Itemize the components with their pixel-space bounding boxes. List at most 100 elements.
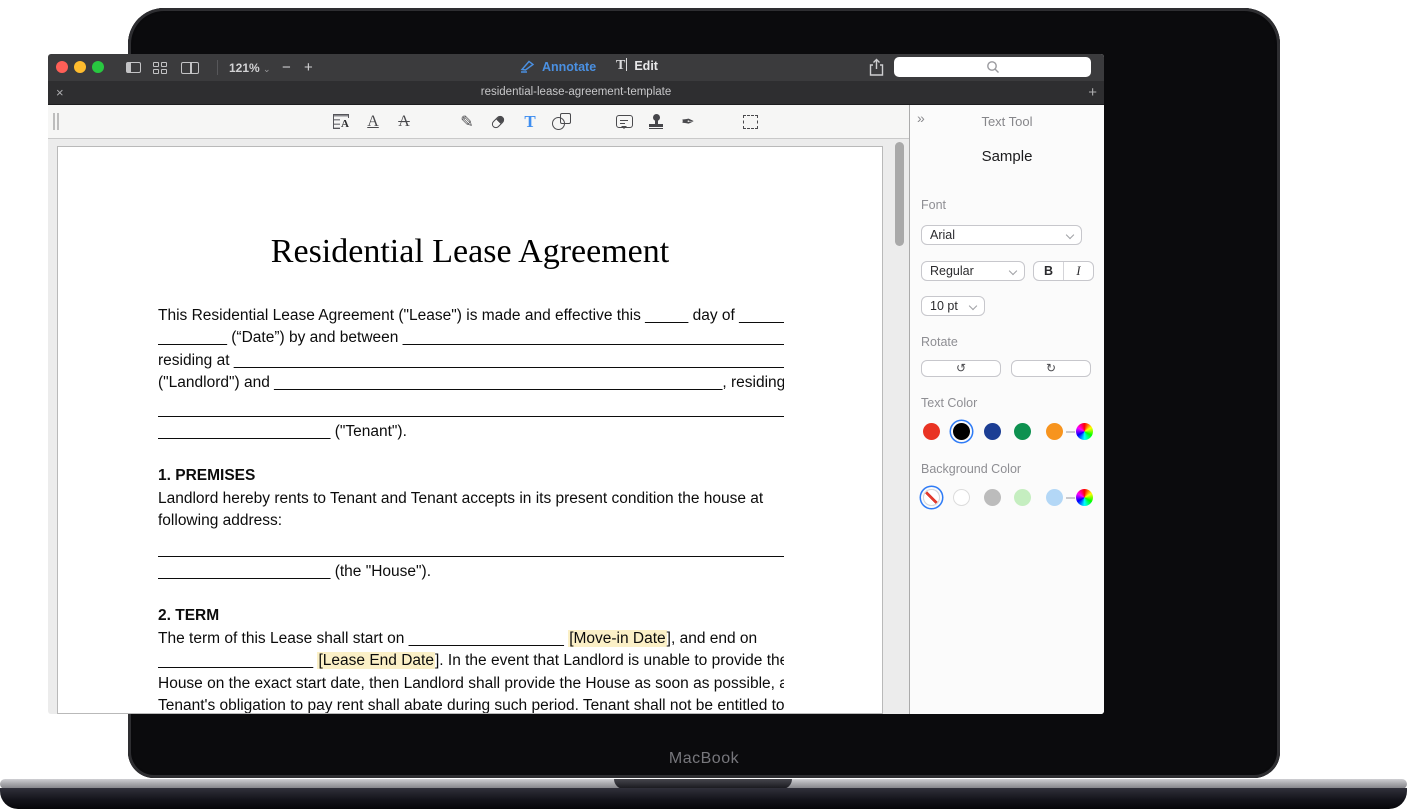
shapes-tool-button[interactable]: [549, 105, 573, 138]
underline-icon: A: [367, 113, 379, 131]
pdf-editor-window: 121% ⌄ − + Annotate T Edit: [48, 54, 1104, 714]
document-text-line: residing at ____________________________…: [158, 350, 784, 372]
stamp-icon: [648, 114, 664, 130]
tab-annotate[interactable]: Annotate: [519, 59, 596, 74]
bg-color-custom[interactable]: [1076, 489, 1093, 506]
pencil-tool-button[interactable]: ✎: [456, 105, 478, 138]
title-bar: 121% ⌄ − + Annotate T Edit: [48, 54, 1104, 81]
text-color-orange[interactable]: [1046, 423, 1063, 440]
highlighted-field: [Lease End Date: [317, 652, 434, 669]
document-text-line: __________________ [Lease End Date]. In …: [158, 650, 784, 672]
document-text-line: following address:: [158, 510, 784, 532]
underline-tool-button[interactable]: A: [362, 105, 384, 138]
fountain-pen-icon: ✒: [681, 112, 694, 132]
shapes-icon: [552, 113, 571, 130]
panel-drag-handle[interactable]: [53, 113, 60, 130]
document-text-line: ____________________ ("Tenant").: [158, 421, 784, 443]
selection-box-icon: [743, 115, 758, 129]
highlight-icon: [333, 114, 349, 129]
rotate-ccw-button[interactable]: ↺: [921, 360, 1001, 377]
search-input[interactable]: [894, 57, 1091, 77]
document-tab-bar: × residential-lease-agreement-template +: [48, 81, 1104, 105]
search-icon: [986, 60, 1000, 74]
bg-color-white[interactable]: [953, 489, 970, 506]
font-size-select[interactable]: 10 pt: [921, 296, 985, 316]
bg-color-gray[interactable]: [984, 489, 1001, 506]
highlight-tool-button[interactable]: [330, 105, 352, 138]
zoom-level-dropdown[interactable]: 121% ⌄: [229, 61, 271, 75]
swatch-divider: [1066, 431, 1075, 433]
close-window-button[interactable]: [56, 61, 68, 73]
document-text-line: ________________________________________…: [158, 539, 784, 561]
stamp-tool-button[interactable]: [644, 105, 668, 138]
font-family-select[interactable]: Arial: [921, 225, 1082, 245]
text-color-blue[interactable]: [984, 423, 1001, 440]
macbook-base: [0, 788, 1407, 809]
swatch-divider: [1066, 497, 1075, 499]
document-tab-title[interactable]: residential-lease-agreement-template: [48, 86, 1104, 98]
macbook-brand-label: MacBook: [128, 750, 1280, 768]
select-tool-button[interactable]: [738, 105, 762, 138]
rotate-label: Rotate: [921, 335, 958, 349]
zoom-in-button[interactable]: +: [304, 59, 313, 76]
rotate-cw-button[interactable]: ↻: [1011, 360, 1091, 377]
share-button[interactable]: [868, 58, 885, 77]
text-color-green[interactable]: [1014, 423, 1031, 440]
bold-italic-group: B I: [1033, 261, 1094, 281]
thumbnails-view-icon[interactable]: [153, 62, 169, 74]
sidebar-view-icon[interactable]: [126, 62, 141, 73]
document-text-line: The term of this Lease shall start on __…: [158, 628, 784, 650]
chevron-down-icon: ⌄: [263, 64, 271, 74]
add-tab-icon[interactable]: +: [1088, 84, 1097, 101]
pencil-icon: ✎: [460, 112, 473, 132]
background-color-label: Background Color: [921, 462, 1021, 476]
annotation-toolbar: A A ✎ T ✒: [48, 105, 909, 139]
strikethrough-tool-button[interactable]: A: [393, 105, 415, 138]
highlighted-field: [Move-in Date: [568, 630, 666, 647]
facing-pages-view-icon[interactable]: [181, 62, 199, 74]
text-color-red[interactable]: [923, 423, 940, 440]
eraser-icon: [490, 114, 506, 130]
signature-tool-button[interactable]: ✒: [676, 105, 700, 138]
zoom-out-button[interactable]: −: [282, 59, 291, 76]
italic-button[interactable]: I: [1064, 262, 1093, 280]
strikethrough-icon: A: [398, 113, 410, 131]
document-body: This Residential Lease Agreement ("Lease…: [158, 305, 784, 714]
text-color-custom[interactable]: [1076, 423, 1093, 440]
text-tool-button[interactable]: T: [519, 105, 541, 138]
edit-text-cursor-icon: T: [616, 58, 627, 74]
document-text-line: ("Landlord") and _______________________…: [158, 372, 784, 394]
eraser-tool-button[interactable]: [487, 105, 509, 138]
toolbar-divider: [217, 60, 218, 75]
rotate-cw-icon: ↻: [1046, 361, 1056, 375]
document-text-line: House on the exact start date, then Land…: [158, 673, 784, 695]
font-style-select[interactable]: Regular: [921, 261, 1025, 281]
edit-label: Edit: [634, 59, 658, 73]
text-tool-sidebar: » Text Tool Sample Font Arial Regular B …: [909, 105, 1104, 714]
minimize-window-button[interactable]: [74, 61, 86, 73]
document-text-line: Tenant's obligation to pay rent shall ab…: [158, 695, 784, 714]
bg-color-green[interactable]: [1014, 489, 1031, 506]
share-icon: [868, 58, 885, 77]
note-icon: [616, 115, 633, 128]
bold-button[interactable]: B: [1034, 262, 1064, 280]
annotate-label: Annotate: [542, 60, 596, 74]
document-title: Residential Lease Agreement: [58, 233, 882, 271]
bg-color-blue[interactable]: [1046, 489, 1063, 506]
vertical-scrollbar[interactable]: [895, 142, 904, 246]
pdf-page: Residential Lease Agreement This Residen…: [57, 146, 883, 714]
document-heading-line: 2. TERM: [158, 605, 784, 627]
text-color-label: Text Color: [921, 396, 977, 410]
document-heading-line: 1. PREMISES: [158, 465, 784, 487]
tab-edit[interactable]: T Edit: [616, 58, 658, 74]
text-color-black-selected[interactable]: [953, 423, 970, 440]
sidebar-title: Text Tool: [910, 114, 1104, 129]
stage: MacBook 121% ⌄ − + Annotate T Edit: [0, 0, 1407, 809]
text-tool-icon: T: [524, 112, 535, 132]
zoom-window-button[interactable]: [92, 61, 104, 73]
bg-color-none-selected[interactable]: [923, 489, 940, 506]
document-text-line: ________ (“Date”) by and between _______…: [158, 327, 784, 349]
document-text-line: ________________________________________…: [158, 399, 784, 421]
document-text-line: This Residential Lease Agreement ("Lease…: [158, 305, 784, 327]
note-tool-button[interactable]: [612, 105, 636, 138]
